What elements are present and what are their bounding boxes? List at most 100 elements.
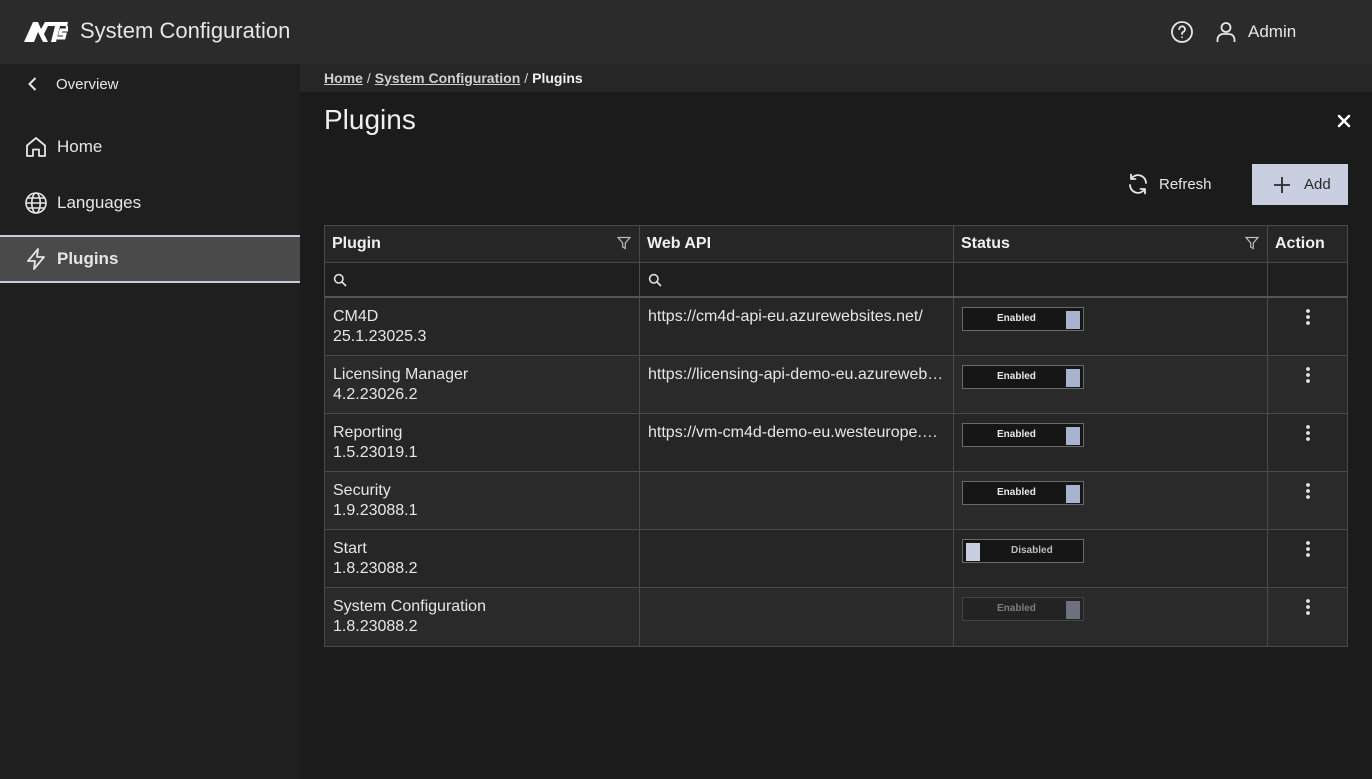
toggle-knob [966,543,980,561]
plugin-version: 4.2.23026.2 [333,386,418,403]
user-name[interactable]: Admin [1248,22,1296,42]
help-icon[interactable] [1170,20,1194,44]
plugin-cell: Licensing Manager 4.2.23026.2 [325,356,640,413]
sidebar-item-label: Languages [57,193,142,212]
status-toggle[interactable]: Enabled [962,307,1084,331]
action-cell [1268,298,1347,355]
status-toggle[interactable]: Enabled [962,365,1084,389]
plugin-cell: Security 1.9.23088.1 [325,472,640,529]
sidebar-item-home[interactable]: Home [0,123,300,171]
more-vertical-icon[interactable] [1304,540,1312,558]
user-icon[interactable] [1214,20,1238,44]
status-cell: Enabled [954,298,1268,355]
plugin-version: 1.8.23088.2 [333,560,418,577]
more-vertical-icon[interactable] [1304,598,1312,616]
web-api-cell: https://licensing-api-demo-eu.azurewebsi… [640,356,954,413]
more-vertical-icon[interactable] [1304,424,1312,442]
table-header-row: Plugin Web API Status Action [325,226,1347,263]
status-toggle[interactable]: Enabled [962,423,1084,447]
plugin-search-input[interactable] [325,263,639,296]
column-header-status[interactable]: Status [954,226,1268,262]
add-label: Add [1304,176,1331,193]
plugin-name: Security [333,482,391,499]
refresh-button[interactable]: Refresh [1116,164,1236,204]
action-cell [1268,414,1347,471]
table-row[interactable]: Security 1.9.23088.1 Enabled [325,472,1347,530]
table-row[interactable]: Reporting 1.5.23019.1 https://vm-cm4d-de… [325,414,1347,472]
filter-icon[interactable] [1245,236,1259,250]
close-icon[interactable] [1334,111,1354,131]
toggle-knob [1066,601,1080,619]
table-row[interactable]: Licensing Manager 4.2.23026.2 https://li… [325,356,1347,414]
status-cell: Enabled [954,588,1268,646]
toggle-knob [1066,485,1080,503]
status-toggle-disabled: Enabled [962,597,1084,621]
status-toggle[interactable]: Enabled [962,481,1084,505]
status-toggle-label: Enabled [997,429,1036,440]
plugin-name: Start [333,540,367,557]
breadcrumb-bar: Home / System Configuration / Plugins [300,64,1372,92]
plugin-version: 1.8.23088.2 [333,618,418,635]
status-toggle-label: Enabled [997,603,1036,614]
table-row[interactable]: CM4D 25.1.23025.3 https://cm4d-api-eu.az… [325,298,1347,356]
plugin-version: 1.5.23019.1 [333,444,418,461]
status-toggle-label: Enabled [997,371,1036,382]
web-api-filter-cell [640,263,954,296]
breadcrumb-separator: / [524,70,529,86]
plugin-cell: Start 1.8.23088.2 [325,530,640,587]
table-row[interactable]: Start 1.8.23088.2 Disabled [325,530,1347,588]
status-cell: Enabled [954,414,1268,471]
table-row[interactable]: System Configuration 1.8.23088.2 Enabled [325,588,1347,646]
add-button[interactable]: Add [1252,164,1348,205]
status-toggle-label: Enabled [997,313,1036,324]
page-title: Plugins [324,104,416,135]
sidebar-item-languages[interactable]: Languages [0,179,300,227]
more-vertical-icon[interactable] [1304,482,1312,500]
more-vertical-icon[interactable] [1304,308,1312,326]
overview-link[interactable]: Overview [24,72,119,96]
plugin-cell: System Configuration 1.8.23088.2 [325,588,640,646]
sidebar-item-label: Home [57,137,103,156]
toggle-knob [1066,427,1080,445]
plugin-filter-cell [325,263,640,296]
more-vertical-icon[interactable] [1304,366,1312,384]
sidebar: Overview Home Languages Plugins [0,64,300,779]
breadcrumb-system-configuration-link[interactable]: System Configuration [375,70,520,86]
globe-icon [25,192,47,214]
breadcrumb-current: Plugins [532,70,583,86]
plugins-table: Plugin Web API Status Action CM4D 25.1.2… [324,225,1348,647]
column-header-plugin[interactable]: Plugin [325,226,640,262]
toggle-knob [1066,311,1080,329]
status-cell: Disabled [954,530,1268,587]
breadcrumb: Home / System Configuration / Plugins [324,70,583,86]
status-toggle[interactable]: Disabled [962,539,1084,563]
breadcrumb-separator: / [366,70,371,86]
sidebar-item-label: Plugins [57,249,119,268]
lightning-icon [27,248,45,270]
status-cell: Enabled [954,472,1268,529]
plugin-cell: Reporting 1.5.23019.1 [325,414,640,471]
column-header-label: Web API [647,235,712,252]
filter-icon[interactable] [617,236,631,250]
web-api-cell [640,530,954,587]
breadcrumb-home-link[interactable]: Home [324,70,363,86]
refresh-icon [1129,173,1147,195]
web-api-cell: https://vm-cm4d-demo-eu.westeurope.cloud… [640,414,954,471]
plugin-name: Licensing Manager [333,366,469,383]
plus-icon [1274,176,1290,193]
web-api-search-input[interactable] [640,263,953,296]
action-cell [1268,472,1347,529]
status-toggle-label: Disabled [1011,545,1053,556]
column-header-web-api[interactable]: Web API [640,226,954,262]
status-toggle-label: Enabled [997,487,1036,498]
web-api-url: https://licensing-api-demo-eu.azurewebsi… [648,366,945,383]
filter-row [325,263,1347,298]
toggle-knob [1066,369,1080,387]
column-header-label: Status [961,235,1010,252]
plugin-name: System Configuration [333,598,486,615]
sidebar-item-plugins[interactable]: Plugins [0,235,300,283]
action-cell [1268,588,1347,646]
home-icon [26,137,46,157]
refresh-label: Refresh [1159,175,1212,193]
plugin-name: Reporting [333,424,403,441]
